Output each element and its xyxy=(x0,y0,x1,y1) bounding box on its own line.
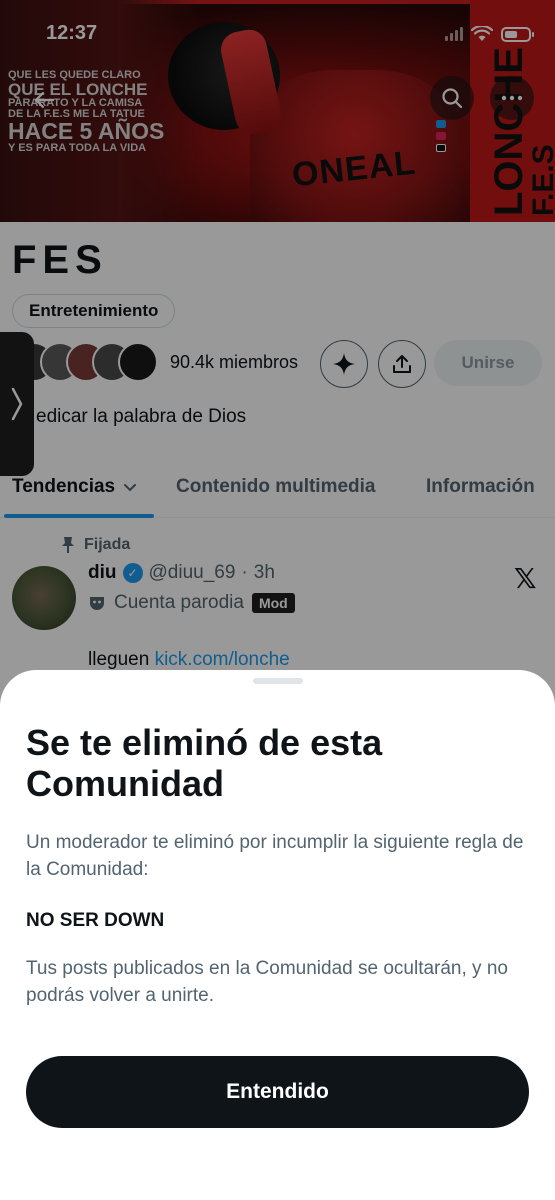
removal-bottom-sheet: Se te eliminó de esta Comunidad Un moder… xyxy=(0,670,555,1200)
sheet-note: Tus posts publicados en la Comunidad se … xyxy=(26,958,508,1006)
entendido-button[interactable]: Entendido xyxy=(26,1056,529,1128)
sheet-grabber[interactable] xyxy=(253,678,303,684)
sheet-title: Se te eliminó de esta Comunidad xyxy=(26,722,383,805)
broken-rule: NO SER DOWN xyxy=(26,910,165,931)
sheet-description: Un moderador te eliminó por incumplir la… xyxy=(26,832,524,880)
